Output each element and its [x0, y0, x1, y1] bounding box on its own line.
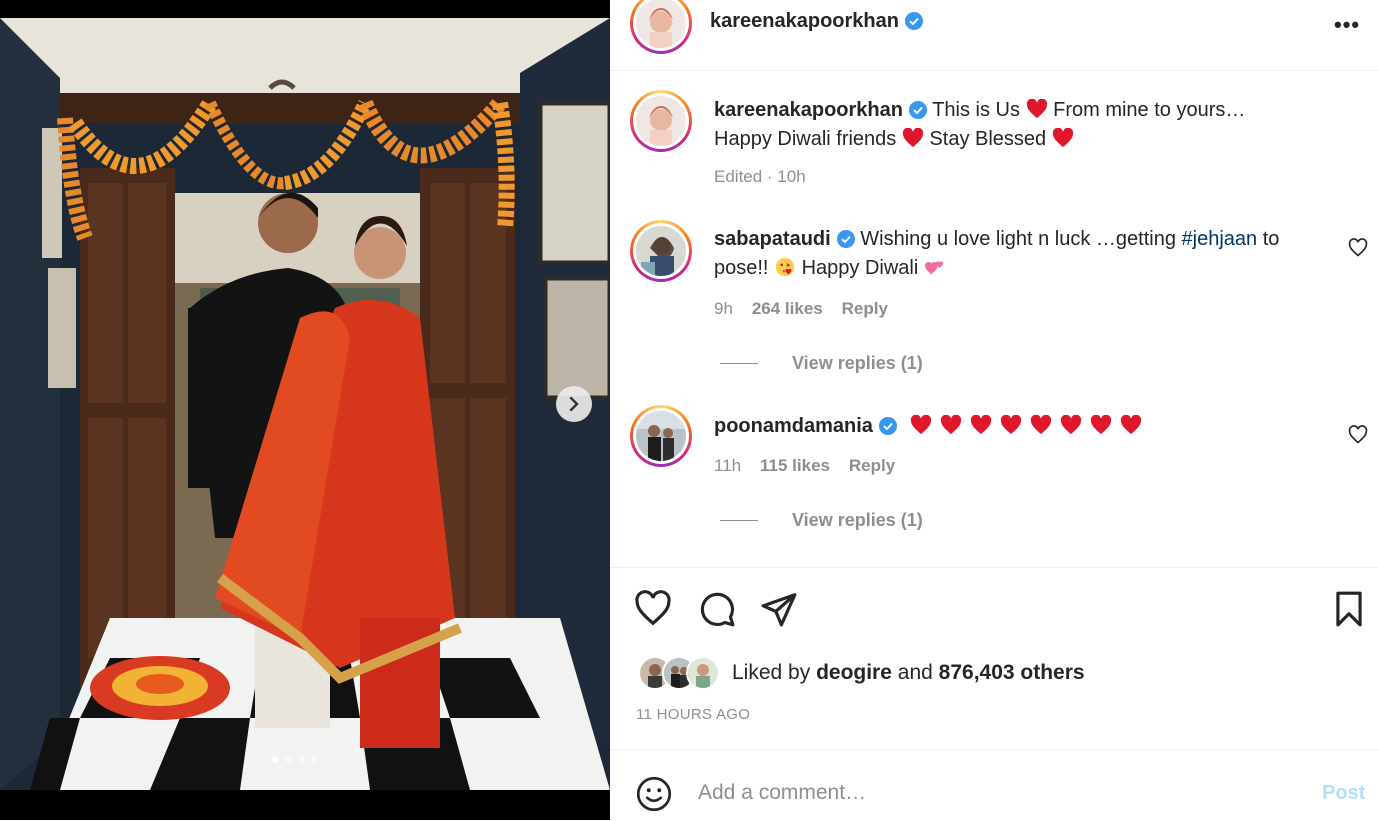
- comment-meta: 9h 264 likes Reply: [714, 299, 888, 319]
- comment-username[interactable]: poonamdamania: [714, 415, 873, 437]
- liked-by-mid: and: [897, 661, 933, 684]
- caption-edited-time: Edited · 10h: [714, 167, 806, 186]
- comment-username[interactable]: sabapataudi: [714, 228, 831, 250]
- comment-bubble-icon[interactable]: [698, 590, 736, 628]
- two-hearts-emoji-icon: [924, 261, 944, 275]
- share-send-icon[interactable]: [760, 590, 798, 628]
- like-heart-icon[interactable]: [634, 590, 672, 628]
- post-header: kareenakapoorkhan •••: [610, 0, 1378, 71]
- caption-part: Stay Blessed: [929, 128, 1047, 150]
- emoji-icon[interactable]: [636, 776, 672, 812]
- post-details-panel: kareenakapoorkhan ••• kareenakapoorkhan …: [610, 0, 1378, 820]
- liked-by-prefix: Liked by: [732, 661, 811, 684]
- red-heart-emoji-icon: [971, 415, 992, 435]
- red-heart-emoji-icon: [902, 128, 923, 148]
- post-comment-button[interactable]: Post: [1322, 782, 1365, 805]
- carousel-dot: [311, 756, 318, 763]
- comment-likes[interactable]: 264 likes: [752, 299, 823, 318]
- comment-text: sabapataudi Wishing u love light n luck …: [714, 225, 1334, 283]
- carousel-dot: [285, 756, 292, 763]
- chevron-right-icon: [569, 397, 579, 411]
- caption-avatar[interactable]: [630, 90, 692, 152]
- caption-part: This is Us: [932, 99, 1020, 121]
- caption-text: kareenakapoorkhan This is Us From mine t…: [714, 96, 1334, 154]
- post-timestamp[interactable]: 11 HOURS AGO: [636, 706, 750, 723]
- verified-badge-icon: [908, 101, 927, 119]
- red-heart-emoji-icon: [1026, 99, 1047, 119]
- carousel-indicator: [272, 756, 318, 763]
- caption-username[interactable]: kareenakapoorkhan: [714, 99, 903, 121]
- commenter-avatar[interactable]: [630, 405, 692, 467]
- view-replies-label: View replies (1): [792, 353, 923, 373]
- add-comment-bar: Post: [610, 749, 1378, 821]
- likes-count[interactable]: 876,403 others: [939, 661, 1085, 684]
- red-heart-emoji-icon: [941, 415, 962, 435]
- reply-button[interactable]: Reply: [849, 456, 895, 475]
- heart-emojis: [902, 415, 1142, 437]
- hashtag-link[interactable]: #jehjaan: [1182, 228, 1258, 250]
- like-comment-heart-icon[interactable]: [1348, 238, 1368, 258]
- comment-body: to: [1262, 228, 1280, 250]
- post-photo[interactable]: [0, 18, 610, 790]
- comment-meta: 11h 115 likes Reply: [714, 456, 895, 476]
- comment-likes[interactable]: 115 likes: [760, 456, 830, 475]
- commenter-avatar[interactable]: [630, 220, 692, 282]
- replies-divider: [720, 363, 758, 364]
- red-heart-emoji-icon: [1031, 415, 1052, 435]
- caption-part: From mine to yours…: [1053, 99, 1246, 121]
- like-comment-heart-icon[interactable]: [1348, 425, 1368, 445]
- post-media: [0, 0, 610, 820]
- verified-badge-icon: [836, 230, 855, 248]
- red-heart-emoji-icon: [1061, 415, 1082, 435]
- liked-by-row[interactable]: Liked by deogire and 876,403 others: [638, 656, 1085, 690]
- comment-input[interactable]: [696, 772, 1300, 814]
- comment-time: 11h: [714, 456, 742, 475]
- liked-by-text: Liked by deogire and 876,403 others: [732, 661, 1085, 685]
- comment-body: Happy Diwali: [801, 257, 919, 279]
- caption-part: Happy Diwali friends: [714, 128, 897, 150]
- reply-button[interactable]: Reply: [842, 299, 888, 318]
- red-heart-emoji-icon: [1121, 415, 1142, 435]
- face-blowing-kiss-emoji-icon: [775, 257, 795, 277]
- next-slide-button[interactable]: [556, 386, 592, 422]
- replies-divider: [720, 520, 758, 521]
- comment-text: poonamdamania: [714, 412, 1334, 441]
- verified-badge-icon: [878, 417, 897, 435]
- comment-body: Wishing u love light n luck …getting: [860, 228, 1176, 250]
- carousel-dot: [298, 756, 305, 763]
- comment-time: 9h: [714, 299, 733, 318]
- verified-badge-icon: [904, 12, 923, 30]
- view-replies-button[interactable]: View replies (1): [720, 510, 923, 531]
- red-heart-emoji-icon: [1001, 415, 1022, 435]
- carousel-dot: [272, 756, 279, 763]
- liked-by-user[interactable]: deogire: [816, 661, 892, 684]
- red-heart-emoji-icon: [1052, 128, 1073, 148]
- red-heart-emoji-icon: [911, 415, 932, 435]
- post-actions: Liked by deogire and 876,403 others 11 H…: [610, 567, 1378, 750]
- save-bookmark-icon[interactable]: [1330, 590, 1368, 628]
- liker-avatar: [686, 656, 720, 690]
- view-replies-button[interactable]: View replies (1): [720, 353, 923, 374]
- red-heart-emoji-icon: [1091, 415, 1112, 435]
- author-avatar[interactable]: [630, 0, 692, 54]
- more-options-button[interactable]: •••: [1334, 12, 1360, 38]
- view-replies-label: View replies (1): [792, 510, 923, 530]
- author-username[interactable]: kareenakapoorkhan: [710, 10, 899, 32]
- comment-body: pose!!: [714, 257, 769, 279]
